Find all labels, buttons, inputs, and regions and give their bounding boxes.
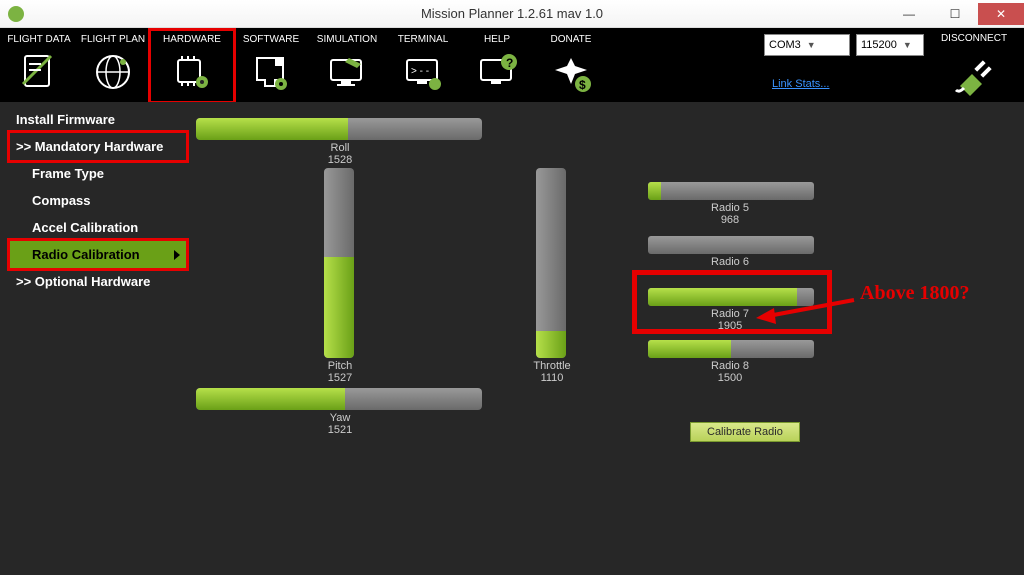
radio5-label: Radio 5968 <box>690 202 770 226</box>
tab-flight-plan[interactable]: FLIGHT PLAN <box>76 30 150 100</box>
annotation-text: Above 1800? <box>860 282 969 305</box>
chevron-down-icon: ▼ <box>807 40 816 50</box>
hardware-icon <box>170 50 214 94</box>
radio5-bar <box>648 182 814 200</box>
software-icon <box>249 50 293 94</box>
main-toolbar: FLIGHT DATA FLIGHT PLAN HARDWARE SOFTWAR… <box>0 28 1024 102</box>
tab-terminal[interactable]: TERMINAL > - - <box>386 30 460 100</box>
sidebar-item-mandatory-hardware[interactable]: >> Mandatory Hardware <box>10 133 186 160</box>
sidebar-item-optional-hardware[interactable]: >> Optional Hardware <box>10 268 186 295</box>
link-stats-link[interactable]: Link Stats... <box>772 78 829 90</box>
sidebar-item-radio-calibration[interactable]: Radio Calibration <box>10 241 186 268</box>
tab-help[interactable]: HELP ? <box>460 30 534 100</box>
pitch-bar <box>324 168 354 358</box>
close-button[interactable]: ✕ <box>978 3 1024 25</box>
radio8-label: Radio 81500 <box>690 360 770 384</box>
main-panel: Install Firmware >> Mandatory Hardware F… <box>0 102 1024 575</box>
sidebar-item-accel-calibration[interactable]: Accel Calibration <box>10 214 186 241</box>
window-title: Mission Planner 1.2.61 mav 1.0 <box>421 6 603 21</box>
terminal-icon: > - - <box>401 50 445 94</box>
maximize-button[interactable]: ☐ <box>932 3 978 25</box>
title-bar: Mission Planner 1.2.61 mav 1.0 — ☐ ✕ <box>0 0 1024 28</box>
calibrate-radio-button[interactable]: Calibrate Radio <box>690 422 800 442</box>
sidebar-item-compass[interactable]: Compass <box>10 187 186 214</box>
com-port-select[interactable]: COM3▼ <box>764 34 850 56</box>
svg-text:?: ? <box>506 56 513 70</box>
yaw-bar <box>196 388 482 410</box>
disconnect-button[interactable]: DISCONNECT <box>926 30 1022 100</box>
flight-data-icon <box>17 50 61 94</box>
sidebar-item-frame-type[interactable]: Frame Type <box>10 160 186 187</box>
help-icon: ? <box>475 50 519 94</box>
svg-text:$: $ <box>579 78 586 92</box>
tab-hardware[interactable]: HARDWARE <box>150 30 234 102</box>
throttle-label: Throttle1110 <box>512 360 592 384</box>
annotation-arrow-icon <box>754 294 864 334</box>
throttle-bar <box>536 168 566 358</box>
chevron-down-icon: ▼ <box>903 40 912 50</box>
roll-bar <box>196 118 482 140</box>
minimize-button[interactable]: — <box>886 3 932 25</box>
sidebar: Install Firmware >> Mandatory Hardware F… <box>10 106 186 295</box>
tab-simulation[interactable]: SIMULATION <box>308 30 386 100</box>
yaw-label: Yaw1521 <box>300 412 380 436</box>
pitch-label: Pitch1527 <box>300 360 380 384</box>
simulation-icon <box>325 50 369 94</box>
sidebar-item-install-firmware[interactable]: Install Firmware <box>10 106 186 133</box>
radio8-bar <box>648 340 814 358</box>
svg-text:> - -: > - - <box>411 66 429 77</box>
flight-plan-icon <box>91 50 135 94</box>
baud-rate-select[interactable]: 115200▼ <box>856 34 924 56</box>
app-icon <box>8 6 24 22</box>
roll-label: Roll1528 <box>300 142 380 166</box>
tab-software[interactable]: SOFTWARE <box>234 30 308 100</box>
tab-flight-data[interactable]: FLIGHT DATA <box>2 30 76 100</box>
tab-donate[interactable]: DONATE $ <box>534 30 608 100</box>
donate-icon: $ <box>549 50 593 94</box>
radio6-label: Radio 6 <box>690 256 770 268</box>
plug-icon <box>950 48 998 96</box>
radio6-bar <box>648 236 814 254</box>
